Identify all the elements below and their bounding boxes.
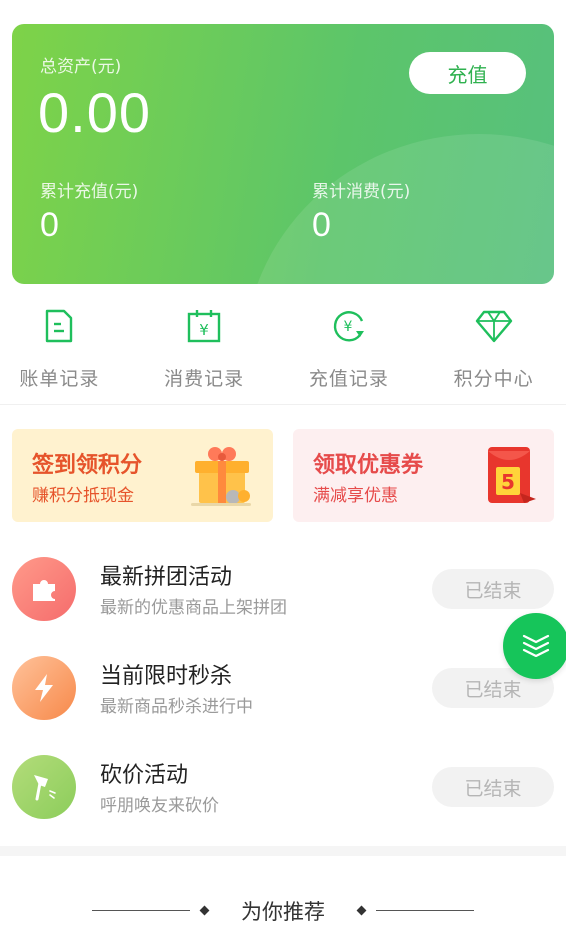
bargain-activity[interactable]: 砍价活动 呼朋唤友来砍价 已结束: [0, 755, 566, 835]
promo-title: 签到领积分: [32, 453, 143, 478]
promo-subtitle: 赚积分抵现金: [32, 486, 134, 506]
activity-subtitle: 最新的优惠商品上架拼团: [100, 598, 287, 618]
cumulative-recharge-label: 累计充值(元): [40, 182, 139, 202]
total-assets-label: 总资产(元): [40, 57, 122, 77]
activity-subtitle: 最新商品秒杀进行中: [100, 697, 253, 717]
activity-title: 当前限时秒杀: [100, 664, 233, 689]
shortcut-label: 账单记录: [19, 368, 100, 390]
claim-coupon-card[interactable]: 领取优惠券 满减享优惠 5: [293, 429, 554, 522]
shortcut-recharge-records[interactable]: ¥ 充值记录: [277, 300, 422, 400]
gift-box-icon: [191, 441, 255, 511]
total-assets-value: 0.00: [38, 81, 151, 144]
shortcut-grid: 账单记录 ¥ 消费记录 ¥ 充值记录 积分中心: [0, 300, 566, 400]
calendar-yen-icon: ¥: [184, 306, 224, 346]
section-separator: [0, 846, 566, 856]
flash-sale-activity[interactable]: 当前限时秒杀 最新商品秒杀进行中 已结束: [0, 656, 566, 736]
coupon-badge: 5: [501, 470, 515, 494]
shortcut-consumption-records[interactable]: ¥ 消费记录: [132, 300, 277, 400]
group-buy-activity[interactable]: 最新拼团活动 最新的优惠商品上架拼团 已结束: [0, 557, 566, 637]
activity-status-button[interactable]: 已结束: [432, 569, 554, 609]
floating-menu-button[interactable]: [503, 613, 566, 679]
header-line-right: [376, 910, 474, 911]
shortcut-points-center[interactable]: 积分中心: [421, 300, 566, 400]
bill-document-icon: [39, 306, 79, 346]
svg-text:¥: ¥: [199, 321, 209, 339]
shortcut-label: 积分中心: [453, 368, 534, 390]
promo-title: 领取优惠券: [313, 453, 424, 478]
cumulative-spend-value: 0: [312, 206, 331, 244]
diamond-icon: [474, 306, 514, 346]
cumulative-spend-label: 累计消费(元): [312, 182, 411, 202]
cumulative-recharge-value: 0: [40, 206, 59, 244]
sign-in-points-card[interactable]: 签到领积分 赚积分抵现金: [12, 429, 273, 522]
activity-subtitle: 呼朋唤友来砍价: [100, 796, 219, 816]
puzzle-icon: [12, 557, 76, 621]
activity-title: 砍价活动: [100, 763, 189, 788]
divider: [0, 404, 566, 405]
svg-text:¥: ¥: [343, 319, 352, 335]
recharge-button[interactable]: 充值: [409, 52, 526, 94]
recharge-cycle-icon: ¥: [329, 306, 369, 346]
activity-status-button[interactable]: 已结束: [432, 767, 554, 807]
activity-title: 最新拼团活动: [100, 565, 233, 590]
card-decoration: [244, 134, 554, 284]
lightning-icon: [12, 656, 76, 720]
layers-chevron-icon: [521, 631, 551, 661]
recommend-header: 为你推荐: [0, 894, 566, 928]
promo-subtitle: 满减享优惠: [313, 486, 398, 506]
asset-card: 总资产(元) 0.00 充值 累计充值(元) 0 累计消费(元) 0: [12, 24, 554, 284]
axe-icon: [12, 755, 76, 819]
shortcut-label: 充值记录: [308, 368, 389, 390]
red-envelope-icon: 5: [480, 443, 540, 511]
recommend-title: 为你推荐: [241, 900, 325, 924]
shortcut-label: 消费记录: [164, 368, 245, 390]
shortcut-bill-records[interactable]: 账单记录: [0, 300, 132, 400]
